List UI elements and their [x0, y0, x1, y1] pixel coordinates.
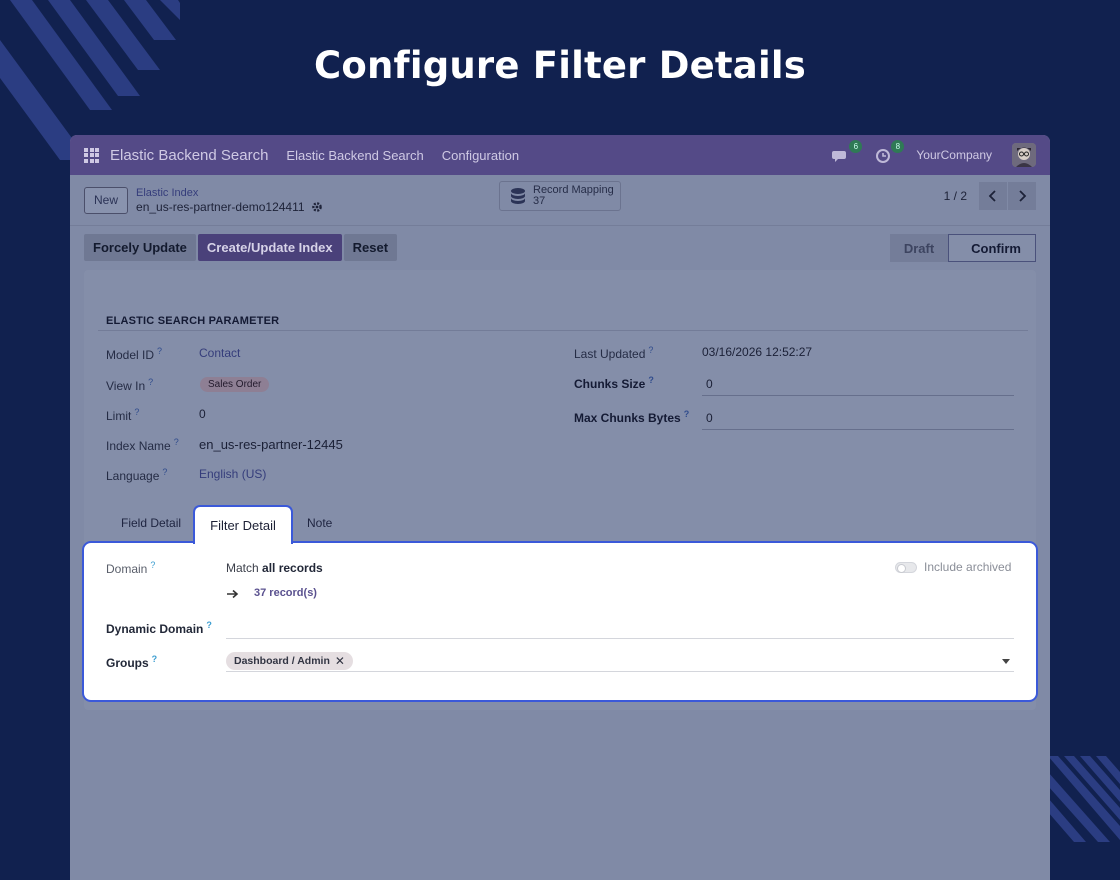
chunks-size-input[interactable]: 0	[706, 377, 713, 391]
user-avatar[interactable]	[1012, 143, 1036, 167]
arrow-right-icon	[227, 589, 239, 599]
activities-badge: 8	[891, 140, 905, 153]
breadcrumb: Elastic Index en_us-res-partner-demo1244…	[136, 186, 323, 214]
stage-selector: Draft Confirm	[889, 234, 1036, 262]
chat-icon	[832, 151, 847, 162]
max-chunks-bytes-label: Max Chunks Bytes?	[574, 409, 690, 425]
max-chunks-bytes-input[interactable]: 0	[706, 411, 713, 425]
language-value[interactable]: English (US)	[199, 467, 266, 481]
app-menu-icon[interactable]	[84, 147, 99, 163]
section-divider	[98, 330, 1028, 331]
include-archived-label[interactable]: Include archived	[924, 560, 1011, 574]
max-chunks-bytes-underline	[702, 429, 1014, 430]
stage-confirm[interactable]: Confirm	[948, 234, 1036, 262]
hero-title: Configure Filter Details	[314, 44, 806, 87]
activities-button[interactable]: 8	[874, 140, 905, 166]
chunks-size-label: Chunks Size?	[574, 375, 654, 391]
domain-label: Domain?	[106, 560, 156, 576]
clock-icon	[876, 149, 891, 163]
limit-value: 0	[199, 407, 206, 421]
groups-dropdown-caret-icon[interactable]	[1002, 659, 1010, 664]
record-mapping-label: Record Mapping	[533, 184, 614, 196]
control-panel: New Elastic Index en_us-res-partner-demo…	[70, 175, 1050, 226]
breadcrumb-current-label: en_us-res-partner-demo124411	[136, 200, 305, 214]
section-title: ELASTIC SEARCH PARAMETER	[106, 315, 280, 327]
tab-filter-detail[interactable]: Filter Detail	[193, 505, 293, 544]
reset-button[interactable]: Reset	[343, 233, 398, 261]
chevron-right-icon	[1019, 190, 1027, 202]
gear-icon[interactable]	[311, 201, 323, 213]
language-label: Language?	[106, 467, 168, 483]
top-navbar: Elastic Backend Search Elastic Backend S…	[70, 135, 1050, 175]
chunks-size-underline	[702, 395, 1014, 396]
forcely-update-button[interactable]: Forcely Update	[84, 233, 196, 261]
close-icon[interactable]: ✕	[335, 654, 345, 668]
pager: 1 / 2	[944, 182, 1036, 210]
breadcrumb-parent[interactable]: Elastic Index	[136, 186, 323, 200]
view-in-tag[interactable]: Sales Order	[200, 377, 270, 392]
menu-item-elastic-backend-search[interactable]: Elastic Backend Search	[286, 148, 423, 163]
company-switcher[interactable]: YourCompany	[916, 148, 992, 162]
status-bar: Forcely Update Create/Update Index Reset…	[70, 226, 1050, 268]
model-id-label: Model ID?	[106, 346, 163, 362]
group-tag: Dashboard / Admin ✕	[226, 652, 353, 670]
last-updated-value: 03/16/2026 12:52:27	[702, 345, 813, 359]
domain-match-value: all records	[262, 561, 323, 575]
messages-badge: 6	[849, 140, 863, 153]
record-mapping-count: 37	[533, 195, 546, 207]
index-name-label: Index Name?	[106, 437, 179, 453]
create-update-index-button[interactable]: Create/Update Index	[197, 233, 342, 261]
app-name[interactable]: Elastic Backend Search	[110, 147, 268, 164]
index-name-value: en_us-res-partner-12445	[199, 437, 343, 452]
dynamic-domain-input[interactable]	[226, 638, 1014, 639]
database-icon	[511, 188, 525, 204]
tab-note[interactable]: Note	[307, 516, 332, 530]
limit-label: Limit?	[106, 407, 140, 423]
pager-next-button[interactable]	[1008, 182, 1036, 210]
messages-button[interactable]: 6	[832, 140, 863, 166]
groups-label: Groups?	[106, 654, 158, 670]
new-button[interactable]: New	[84, 186, 129, 214]
chevron-left-icon	[988, 190, 996, 202]
domain-match-text: Match all records	[226, 561, 323, 575]
dynamic-domain-label: Dynamic Domain?	[106, 620, 212, 636]
records-count-link[interactable]: 37 record(s)	[254, 587, 317, 599]
breadcrumb-current: en_us-res-partner-demo124411	[136, 200, 323, 214]
model-id-value[interactable]: Contact	[199, 346, 240, 360]
tab-field-detail[interactable]: Field Detail	[121, 516, 181, 530]
decorative-stripes-bottom-right	[1048, 756, 1120, 842]
view-in-label: View In?	[106, 377, 154, 393]
record-mapping-smart-button[interactable]: Record Mapping 37	[499, 181, 621, 211]
include-archived-toggle[interactable]	[895, 562, 917, 573]
pager-previous-button[interactable]	[979, 182, 1007, 210]
group-tag-label: Dashboard / Admin	[234, 655, 330, 667]
filter-detail-panel: Domain? Match all records 37 record(s) I…	[82, 541, 1038, 702]
stage-draft[interactable]: Draft	[889, 234, 949, 262]
groups-input[interactable]	[226, 671, 1014, 672]
menu-item-configuration[interactable]: Configuration	[442, 148, 519, 163]
last-updated-label: Last Updated?	[574, 345, 654, 361]
pager-value[interactable]: 1 / 2	[944, 189, 967, 203]
